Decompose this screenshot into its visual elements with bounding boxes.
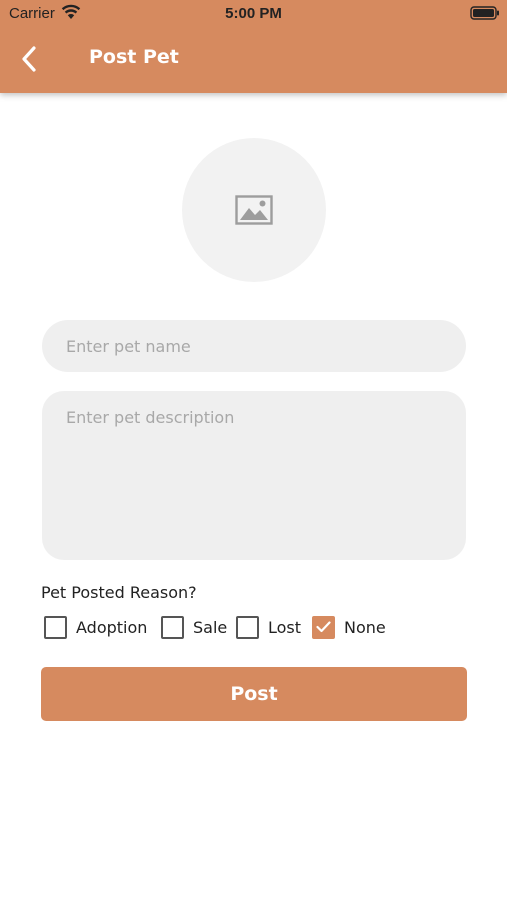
back-button[interactable]	[14, 44, 44, 74]
sale-checkbox[interactable]	[161, 615, 184, 639]
post-pet-screen: Carrier 5:00 PM Post Pet Enter pet name …	[0, 0, 507, 900]
image-placeholder-icon	[235, 195, 273, 225]
none-checkbox[interactable]	[312, 615, 335, 639]
chevron-left-icon	[22, 46, 36, 72]
adoption-label: Adoption	[76, 617, 148, 637]
none-label: None	[344, 617, 386, 637]
battery-icon	[470, 6, 499, 20]
lost-label: Lost	[268, 617, 302, 637]
pet-name-input[interactable]	[42, 320, 466, 372]
reason-label: Pet Posted Reason?	[41, 583, 197, 602]
sale-label: Sale	[193, 617, 228, 637]
post-button[interactable]: Post	[41, 667, 467, 721]
option-none[interactable]: None	[312, 615, 386, 639]
option-adoption[interactable]: Adoption	[44, 615, 147, 639]
adoption-checkbox[interactable]	[44, 615, 67, 639]
checkmark-icon	[316, 621, 331, 633]
status-time: 5:00 PM	[225, 5, 282, 22]
option-lost[interactable]: Lost	[236, 615, 301, 639]
header-bar: Carrier 5:00 PM Post Pet	[0, 0, 507, 93]
status-bar: Carrier 5:00 PM	[0, 0, 507, 28]
pet-description-input[interactable]	[42, 391, 466, 560]
option-sale[interactable]: Sale	[161, 615, 227, 639]
page-title: Post Pet	[89, 46, 179, 68]
lost-checkbox[interactable]	[236, 615, 259, 639]
pet-image-picker[interactable]	[182, 138, 326, 282]
